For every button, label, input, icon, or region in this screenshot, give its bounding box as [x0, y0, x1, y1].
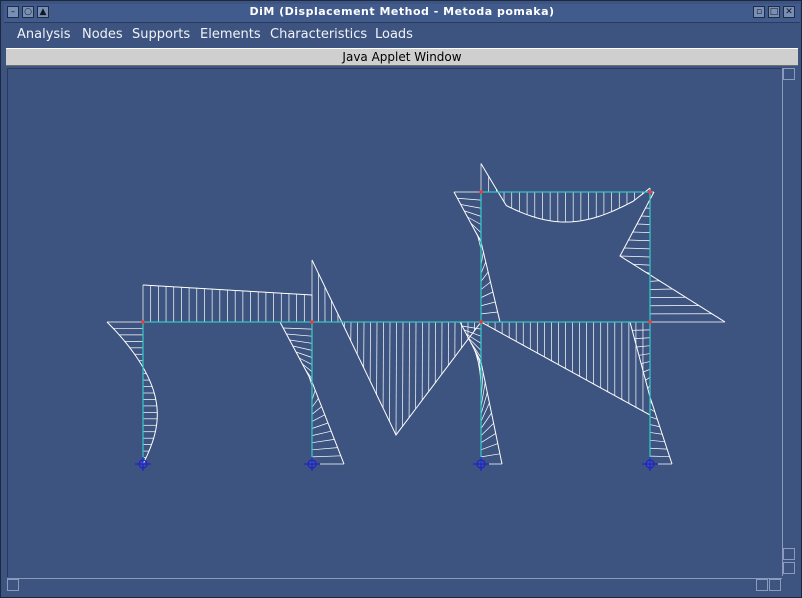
hatch-line [624, 247, 651, 250]
scroll-left-button[interactable] [7, 579, 19, 591]
menu-elements[interactable]: Elements [200, 27, 261, 42]
iconify-icon[interactable]: ▫ [753, 6, 765, 18]
hatch-line [480, 281, 491, 290]
column-1-diagram [107, 321, 158, 458]
top-beam-diagram [480, 163, 651, 222]
applet-status-text: Java Applet Window [342, 50, 462, 64]
hatch-line [480, 443, 498, 451]
hatch-line [311, 422, 329, 429]
hatch-line [649, 424, 660, 428]
scroll-right-button[interactable] [769, 579, 781, 591]
support-icon [473, 457, 489, 471]
scroll-down-button[interactable] [783, 562, 795, 574]
column-4-diagram [630, 321, 672, 465]
scroll-hthumb[interactable] [756, 579, 768, 591]
joint-node [141, 320, 145, 324]
close-icon[interactable]: ✕ [783, 6, 795, 18]
hatch-line [649, 280, 660, 282]
hatch-line [311, 414, 325, 422]
joint-node [479, 320, 483, 324]
scroll-thumb[interactable] [783, 548, 795, 560]
hatch-line [643, 369, 651, 373]
hatch-line [634, 337, 651, 340]
scroll-corner [782, 578, 796, 592]
hatch-line [470, 222, 482, 233]
joint-node [310, 320, 314, 324]
moment-diagram-hatching [107, 163, 725, 465]
hatch-line [480, 433, 496, 443]
column-4-upper-diagram [619, 191, 725, 323]
hatch-line [649, 447, 668, 450]
hatch-line [636, 223, 651, 225]
hatch-line [638, 353, 651, 356]
hatch-line [286, 333, 313, 337]
joint-node [648, 190, 652, 194]
frame-joints [141, 190, 652, 324]
hatch-line [311, 430, 332, 436]
column-4-diagram-outline [629, 321, 673, 465]
menu-loads[interactable]: Loads [375, 27, 413, 42]
hatch-line [395, 321, 397, 436]
hatch-line [649, 432, 663, 435]
hatch-line [311, 447, 338, 451]
joint-node [648, 320, 652, 324]
hatch-line [302, 363, 313, 372]
hatch-line [480, 311, 498, 315]
support-icon [642, 457, 658, 471]
hatch-line [460, 204, 482, 209]
hatch-line [311, 455, 341, 458]
beam-1-diagram [142, 285, 313, 322]
hatch-line [636, 345, 651, 348]
hatch-line [619, 255, 651, 258]
menu-analysis[interactable]: Analysis [17, 27, 71, 42]
title-bar[interactable]: – ○ ▲ DiM (Displacement Method - Metoda … [4, 4, 800, 23]
hatch-line [649, 439, 665, 443]
support-icon [135, 457, 151, 471]
hatch-line [480, 291, 494, 298]
hatch-line [480, 422, 494, 436]
support-icon [304, 457, 320, 471]
menu-supports[interactable]: Supports [132, 27, 190, 42]
hatch-line [628, 239, 651, 242]
moment-diagram-outline [106, 163, 726, 465]
scroll-up-button[interactable] [783, 68, 795, 80]
hatch-line [311, 398, 319, 408]
hatch-line [632, 231, 651, 233]
hatch-line [480, 402, 490, 422]
fixed-supports [135, 457, 658, 471]
application-window: – ○ ▲ DiM (Displacement Method - Metoda … [0, 0, 802, 598]
hatch-line [633, 263, 651, 266]
maximize-icon[interactable]: □ [768, 6, 780, 18]
beam-2-diagram [311, 260, 475, 436]
hatch-line [649, 288, 673, 290]
column-3-upper-diagram [454, 191, 500, 323]
hatch-line [480, 412, 492, 429]
horizontal-scrollbar[interactable] [7, 578, 782, 592]
hatch-line [457, 197, 482, 201]
hatch-line [645, 376, 651, 381]
drawing-canvas[interactable] [7, 68, 782, 577]
column-4-upper-diagram-outline [619, 191, 726, 323]
vertical-scrollbar[interactable] [782, 68, 796, 576]
hatch-line [641, 361, 651, 365]
menu-characteristics[interactable]: Characteristics [270, 27, 367, 42]
hatch-line [480, 453, 500, 458]
hatch-line [289, 339, 313, 344]
hatch-line [283, 327, 313, 330]
window-title: DiM (Displacement Method - Metoda pomaka… [249, 5, 555, 18]
applet-status-bar: Java Applet Window [6, 48, 798, 66]
menu-bar: Analysis Nodes Supports Elements Charact… [6, 23, 798, 47]
hatch-line [311, 439, 335, 444]
hatch-line [480, 261, 487, 274]
frame-diagram [106, 163, 726, 471]
hatch-line [480, 271, 489, 282]
menu-nodes[interactable]: Nodes [82, 27, 123, 42]
hatch-line [311, 406, 322, 415]
hatch-line [480, 301, 496, 307]
hatch-line [292, 345, 313, 351]
joint-node [479, 190, 483, 194]
